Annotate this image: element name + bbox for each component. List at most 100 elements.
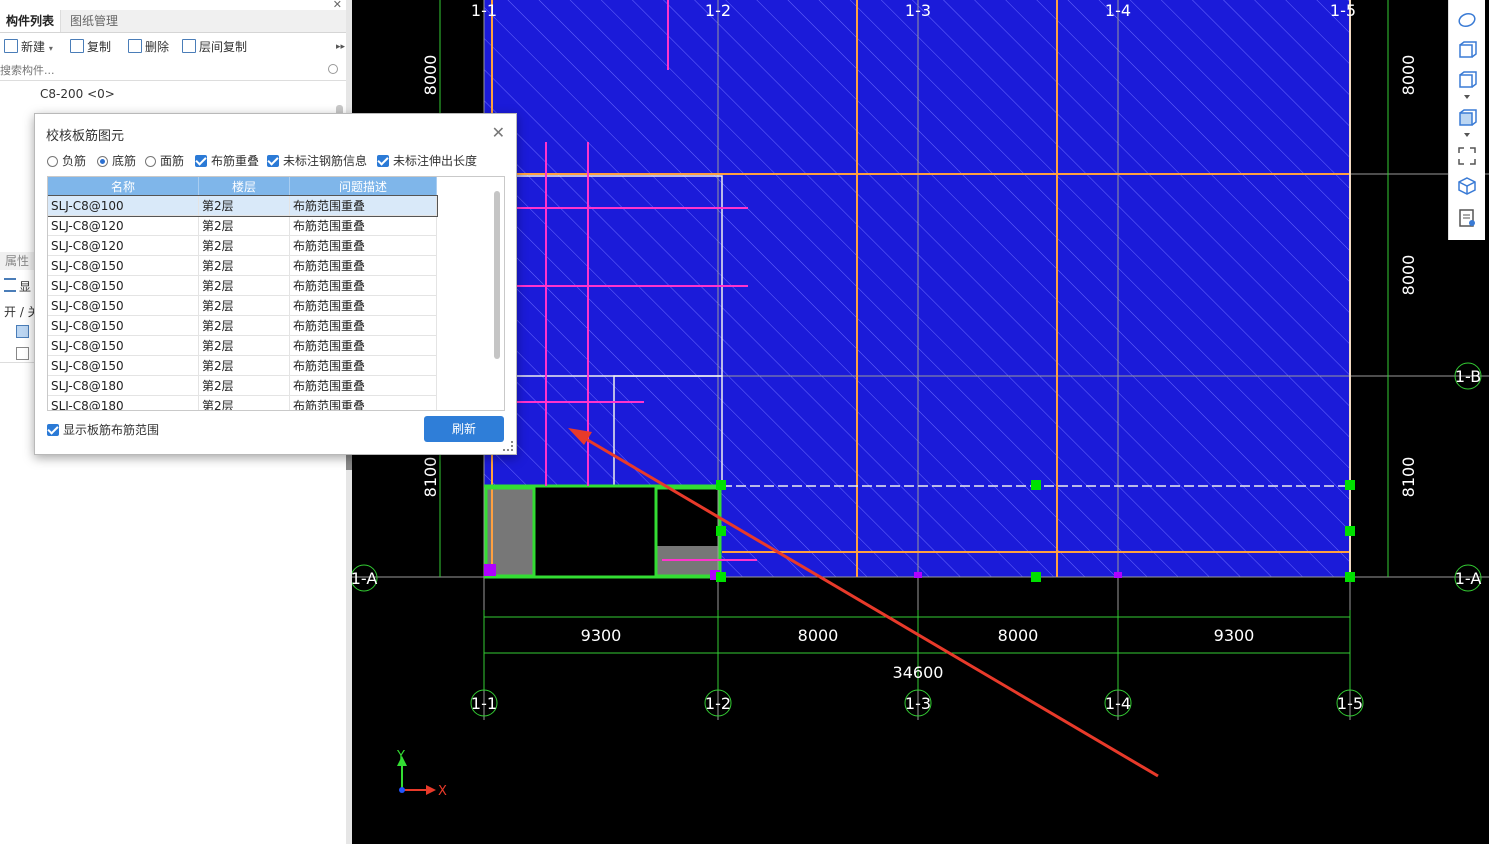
dimension-total: 34600 (893, 663, 944, 682)
new-button[interactable]: 新建 ▾ (4, 38, 53, 56)
axis-label-bottom-1: 1-1 (471, 694, 497, 713)
axis-label-left-A: 1-A (352, 569, 377, 588)
box-view-icon[interactable] (1457, 176, 1477, 196)
table-row[interactable]: SLJ-C8@150 第2层 布筋范围重叠 (48, 275, 437, 296)
list-icon (4, 278, 16, 292)
tab-component-list[interactable]: 构件列表 (0, 10, 62, 32)
table-row[interactable]: SLJ-C8@150 第2层 布筋范围重叠 (48, 355, 437, 376)
cell-description: 布筋范围重叠 (289, 215, 437, 236)
column-header-name[interactable]: 名称 (48, 177, 199, 196)
search-input[interactable] (0, 61, 320, 79)
issue-grid: 名称 楼层 问题描述 SLJ-C8@100 第2层 布筋范围重叠 SLJ-C8@120… (48, 177, 438, 410)
table-row[interactable]: SLJ-C8@120 第2层 布筋范围重叠 (48, 215, 437, 236)
3d-view-icon[interactable] (1457, 40, 1477, 60)
properties-show-row[interactable]: 显 (4, 278, 31, 295)
table-row[interactable]: SLJ-C8@150 第2层 布筋范围重叠 (48, 295, 437, 316)
axis-label-bottom-4: 1-4 (1105, 694, 1131, 713)
cell-description: 布筋范围重叠 (289, 315, 437, 336)
cube-icon[interactable] (1457, 70, 1477, 90)
radio-icon (47, 156, 58, 167)
table-row[interactable]: SLJ-C8@150 第2层 布筋范围重叠 (48, 335, 437, 356)
axis-label-bottom-5: 1-5 (1337, 694, 1363, 713)
table-row[interactable]: SLJ-C8@120 第2层 布筋范围重叠 (48, 235, 437, 256)
cell-description: 布筋范围重叠 (289, 335, 437, 356)
checkbox-show-range[interactable]: 显示板筋布筋范围 (47, 421, 159, 438)
dimension-3: 8000 (998, 626, 1039, 645)
axis-label-top-5: 1-5 (1330, 1, 1356, 20)
drawing-canvas[interactable]: 1-1 1-2 1-3 1-4 1-5 9300 8000 8000 9300 … (352, 0, 1489, 844)
cell-floor: 第2层 (198, 295, 290, 316)
close-icon[interactable]: ✕ (333, 0, 342, 11)
close-icon[interactable]: ✕ (492, 123, 505, 142)
cell-floor: 第2层 (198, 196, 290, 216)
orbit-icon[interactable] (1457, 10, 1477, 30)
checkbox-no-rebar-info[interactable]: 未标注钢筋信息 (267, 153, 367, 169)
table-row[interactable]: SLJ-C8@180 第2层 布筋范围重叠 (48, 395, 437, 410)
table-scrollbar[interactable] (494, 191, 500, 359)
cad-drawing[interactable]: 1-1 1-2 1-3 1-4 1-5 9300 8000 8000 9300 … (352, 0, 1489, 844)
axis-label-right-A: 1-A (1455, 569, 1482, 588)
dimension-4: 9300 (1214, 626, 1255, 645)
component-toolbar: 新建 ▾ 复制 删除 层间复制 ▸▸ (0, 36, 348, 58)
table-row[interactable]: SLJ-C8@100 第2层 布筋范围重叠 (48, 195, 438, 217)
chevron-down-icon[interactable] (1457, 92, 1477, 102)
column-header-description[interactable]: 问题描述 (289, 177, 437, 196)
dialog-title: 校核板筋图元 (46, 129, 125, 144)
radio-icon (145, 156, 156, 167)
checkbox-checked-icon (47, 424, 59, 436)
resize-grip-icon[interactable] (503, 441, 513, 451)
cell-description: 布筋范围重叠 (289, 255, 437, 276)
axis-label-bottom-3: 1-3 (905, 694, 931, 713)
table-row[interactable]: SLJ-C8@150 第2层 布筋范围重叠 (48, 315, 437, 336)
floor-copy-icon (182, 39, 196, 53)
floor-copy-button[interactable]: 层间复制 (182, 38, 247, 56)
cell-name: SLJ-C8@150 (48, 335, 199, 356)
cell-name: SLJ-C8@120 (48, 215, 199, 236)
checkbox-no-extension[interactable]: 未标注伸出长度 (377, 153, 477, 169)
table-row[interactable]: SLJ-C8@150 第2层 布筋范围重叠 (48, 255, 437, 276)
component-list-item[interactable]: C8-200 <0> (40, 87, 115, 101)
dimension-2: 8000 (798, 626, 839, 645)
property-checkbox-2[interactable] (16, 347, 29, 360)
cell-floor: 第2层 (198, 215, 290, 236)
fullscreen-icon[interactable] (1457, 146, 1477, 166)
ucs-x-label: X (438, 784, 447, 799)
chevron-down-icon[interactable] (1457, 130, 1477, 140)
cell-name: SLJ-C8@150 (48, 295, 199, 316)
cell-name: SLJ-C8@150 (48, 355, 199, 376)
copy-button[interactable]: 复制 (70, 38, 111, 56)
cell-name: SLJ-C8@150 (48, 315, 199, 336)
checkbox-overlap[interactable]: 布筋重叠 (195, 153, 259, 169)
axis-label-top-3: 1-3 (905, 1, 931, 20)
radio-top-rebar[interactable]: 面筋 (145, 153, 184, 169)
cell-floor: 第2层 (198, 235, 290, 256)
cell-description: 布筋范围重叠 (289, 355, 437, 376)
axis-label-top-2: 1-2 (705, 1, 731, 20)
report-icon[interactable] (1457, 208, 1477, 228)
dim-left-2: 8100 (421, 457, 440, 498)
radio-negative-rebar[interactable]: 负筋 (47, 153, 86, 169)
column-header-floor[interactable]: 楼层 (198, 177, 290, 196)
issue-rows: SLJ-C8@100 第2层 布筋范围重叠 SLJ-C8@120 第2层 布筋范围重叠 SL… (48, 195, 438, 410)
ucs-y-label: Y (396, 749, 405, 764)
solid-cube-icon[interactable] (1457, 108, 1477, 128)
new-icon (4, 39, 18, 53)
property-checkbox-1[interactable] (16, 325, 29, 338)
axis-label-bottom-2: 1-2 (705, 694, 731, 713)
checkbox-checked-icon (195, 155, 207, 167)
cell-floor: 第2层 (198, 375, 290, 396)
radio-bottom-rebar[interactable]: 底筋 (97, 153, 136, 169)
search-icon[interactable] (328, 64, 338, 74)
delete-button[interactable]: 删除 (128, 38, 169, 56)
trash-icon (128, 39, 142, 53)
more-icon[interactable]: ▸▸ (336, 38, 345, 56)
tab-drawing-management[interactable]: 图纸管理 (64, 10, 124, 32)
table-row[interactable]: SLJ-C8@180 第2层 布筋范围重叠 (48, 375, 437, 396)
refresh-button[interactable]: 刷新 (424, 416, 504, 442)
cell-floor: 第2层 (198, 355, 290, 376)
dim-left-1: 8000 (421, 55, 440, 96)
cell-name: SLJ-C8@180 (48, 395, 199, 410)
check-slab-rebar-dialog: 校核板筋图元 ✕ 负筋 底筋 面筋 布筋重叠 未标注钢筋信息 未标注伸出长度 名… (34, 113, 517, 455)
gray-slab-region (486, 488, 534, 576)
cell-floor: 第2层 (198, 275, 290, 296)
